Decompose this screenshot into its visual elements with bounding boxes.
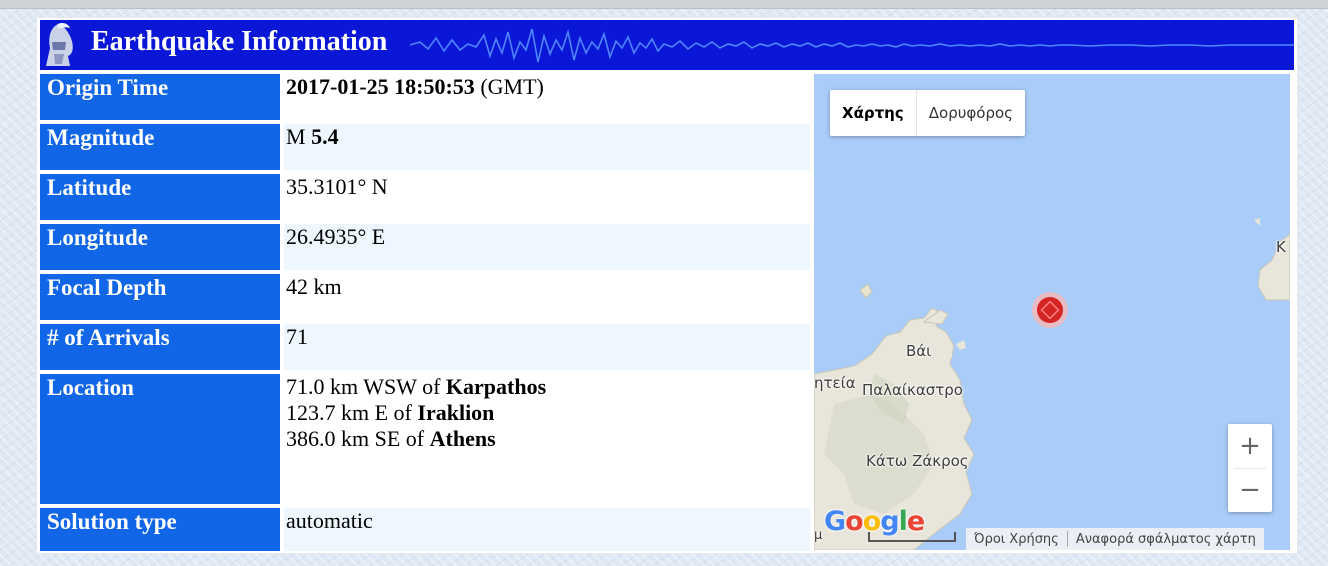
zoom-in-button[interactable]: + [1228, 424, 1272, 468]
solution-type-value: automatic [284, 508, 810, 551]
table-row: Magnitude M 5.4 [40, 124, 810, 170]
table-row: Location 71.0 km WSW of Karpathos 123.7 … [40, 374, 810, 504]
location-line: 71.0 km WSW of Karpathos [286, 374, 810, 400]
location-line: 386.0 km SE of Athens [286, 426, 810, 452]
place-label: Βάι [906, 342, 932, 360]
zoom-divider [1234, 468, 1266, 469]
focal-depth-value: 42 km [286, 274, 342, 299]
table-row: Solution type automatic [40, 508, 810, 551]
terms-link[interactable]: Όροι Χρήσης [966, 532, 1067, 547]
location-place: Athens [429, 426, 496, 451]
seismogram-icon [410, 28, 1294, 63]
row-label: Solution type [40, 508, 280, 551]
location-place: Karpathos [445, 374, 547, 399]
table-row: Origin Time 2017-01-25 18:50:53 (GMT) [40, 74, 810, 120]
location-value: 71.0 km WSW of Karpathos 123.7 km E of I… [284, 374, 810, 504]
row-label: Longitude [40, 224, 280, 270]
row-value: M 5.4 [284, 124, 810, 170]
page-title: Earthquake Information [91, 26, 388, 57]
scale-label: μ [814, 528, 823, 543]
row-label: Location [40, 374, 280, 504]
row-label: Origin Time [40, 74, 280, 120]
location-line: 123.7 km E of Iraklion [286, 400, 810, 426]
origin-time-zone: (GMT) [474, 74, 544, 99]
table-row: # of Arrivals 71 [40, 324, 810, 370]
helmet-logo-icon [46, 23, 73, 66]
arrivals-value: 71 [284, 324, 810, 370]
table-row: Longitude 26.4935° E [40, 224, 810, 270]
table-row: Latitude 35.3101° N [40, 174, 810, 220]
latitude-value: 35.3101° N [286, 174, 388, 199]
origin-time-value: 2017-01-25 18:50:53 [286, 74, 475, 99]
place-label: Κάτω Ζάκρος [866, 452, 969, 470]
row-label: Magnitude [40, 124, 280, 170]
report-error-link[interactable]: Αναφορά σφάλματος χάρτη [1068, 532, 1264, 547]
map-attribution: Όροι Χρήσης Αναφορά σφάλματος χάρτη [966, 528, 1264, 550]
browser-top-edge [0, 0, 1328, 9]
row-value: 2017-01-25 18:50:53 (GMT) [284, 74, 810, 120]
map-type-satellite-button[interactable]: Δορυφόρος [917, 90, 1025, 136]
location-distance: 71.0 km WSW of [286, 374, 446, 399]
location-place: Iraklion [417, 400, 495, 425]
epicenter-map[interactable]: Χάρτης Δορυφόρος Βάι ητεία Παλαίκαστρο Κ… [814, 74, 1290, 550]
place-label: Κ [1276, 238, 1286, 256]
earthquake-panel: Earthquake Information Origin Time 2017-… [36, 17, 1298, 554]
magnitude-value: 5.4 [311, 124, 339, 149]
row-label: Latitude [40, 174, 280, 220]
header-bar: Earthquake Information [40, 20, 1294, 70]
row-label: Focal Depth [40, 274, 280, 320]
table-row: Focal Depth 42 km [40, 274, 810, 320]
location-distance: 123.7 km E of [286, 400, 418, 425]
place-label: Παλαίκαστρο [862, 381, 963, 399]
row-label: # of Arrivals [40, 324, 280, 370]
map-type-map-button[interactable]: Χάρτης [830, 90, 917, 136]
map-type-control: Χάρτης Δορυφόρος [830, 90, 1025, 136]
zoom-control: + − [1228, 424, 1272, 512]
magnitude-prefix: M [286, 124, 312, 149]
longitude-value: 26.4935° E [284, 224, 810, 270]
epicenter-marker-icon[interactable] [1030, 290, 1070, 330]
place-label: ητεία [814, 374, 856, 392]
scale-bar [868, 532, 956, 542]
zoom-out-button[interactable]: − [1228, 468, 1272, 512]
location-distance: 386.0 km SE of [286, 426, 430, 451]
